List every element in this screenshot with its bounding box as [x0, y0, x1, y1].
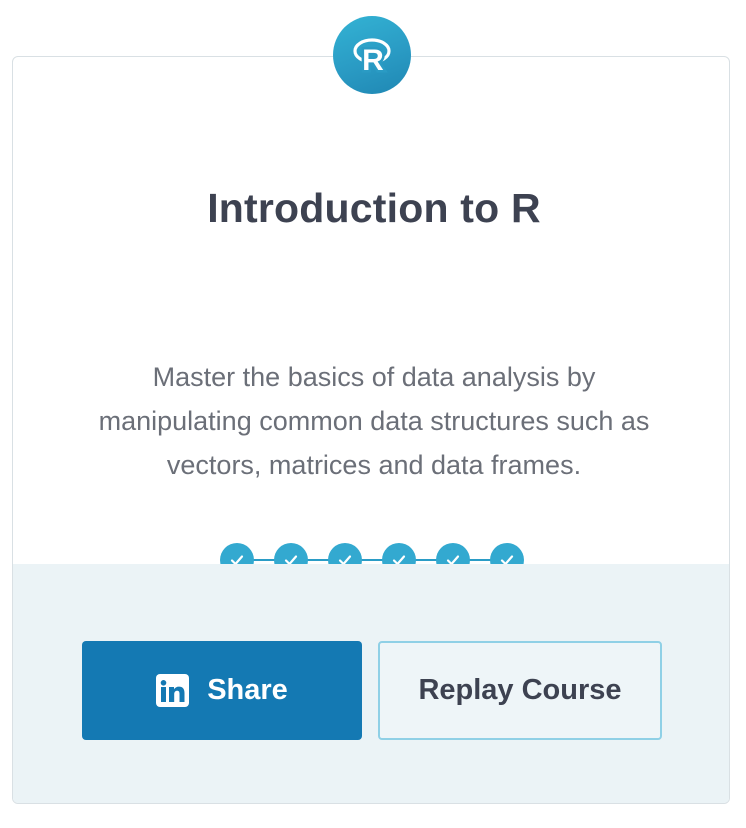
course-card: Introduction to R Master the basics of d… — [12, 56, 730, 804]
share-button[interactable]: Share — [82, 641, 362, 740]
replay-course-button[interactable]: Replay Course — [378, 641, 662, 740]
course-description: Master the basics of data analysis by ma… — [98, 362, 650, 480]
linkedin-icon — [156, 674, 190, 707]
course-title: Introduction to R — [207, 185, 541, 231]
replay-course-button-label: Replay Course — [418, 674, 622, 706]
r-logo-icon: R R — [333, 16, 411, 94]
share-button-label: Share — [207, 674, 288, 706]
logo-letter: R — [362, 44, 384, 77]
card-footer: Share Replay Course — [13, 564, 729, 803]
